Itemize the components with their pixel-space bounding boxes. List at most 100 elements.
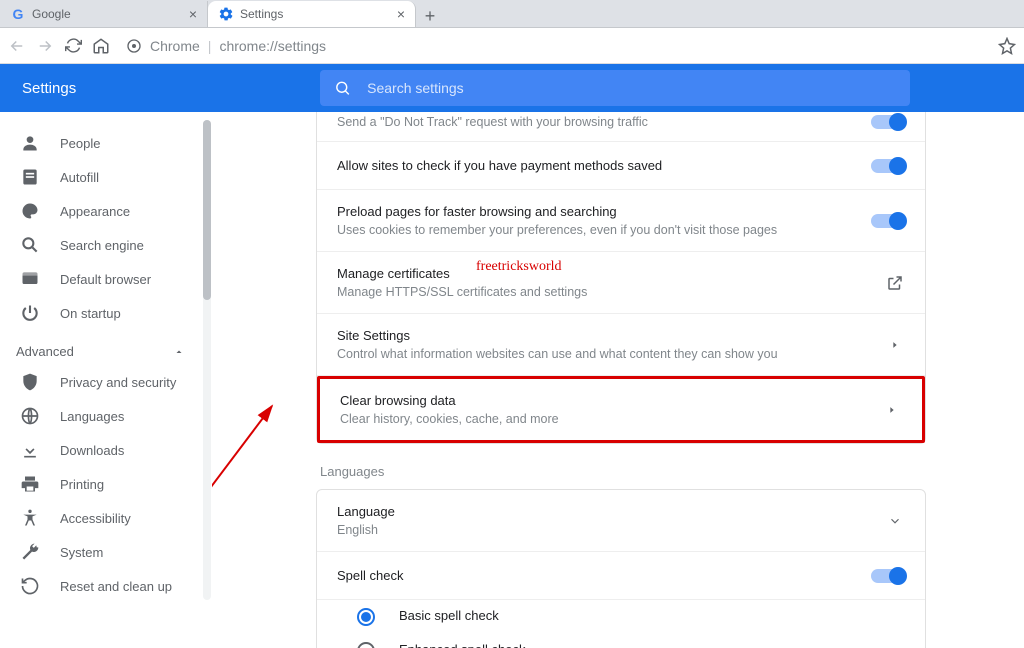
sidebar-item-system[interactable]: System <box>0 535 211 569</box>
autofill-icon <box>20 167 40 187</box>
home-icon[interactable] <box>92 37 110 55</box>
toggle-preload[interactable] <box>871 214 905 228</box>
close-icon[interactable]: × <box>397 6 405 22</box>
sidebar-item-label: Default browser <box>60 272 151 287</box>
sidebar-item-label: Privacy and security <box>60 375 176 390</box>
person-icon <box>20 133 40 153</box>
globe-icon <box>20 406 40 426</box>
reload-icon[interactable] <box>64 37 82 55</box>
shield-icon <box>20 372 40 392</box>
setting-title: Spell check <box>337 568 403 583</box>
scheme-label: Chrome <box>150 38 200 54</box>
watermark-text: freetricksworld <box>476 259 562 275</box>
palette-icon <box>20 201 40 221</box>
sidebar-item-label: Downloads <box>60 443 124 458</box>
scrollbar[interactable] <box>203 120 211 600</box>
accessibility-icon <box>20 508 40 528</box>
sidebar-item-label: Accessibility <box>60 511 131 526</box>
sidebar-item-label: System <box>60 545 103 560</box>
setting-title: Clear browsing data <box>340 393 559 408</box>
sidebar-item-label: Reset and clean up <box>60 579 172 594</box>
sidebar-item-label: On startup <box>60 306 121 321</box>
new-tab-button[interactable]: + <box>416 6 444 27</box>
setting-desc: Uses cookies to remember your preference… <box>337 223 777 237</box>
browser-icon <box>20 269 40 289</box>
advanced-label: Advanced <box>16 344 74 359</box>
advanced-toggle[interactable]: Advanced <box>0 330 211 365</box>
search-input[interactable] <box>367 80 896 96</box>
toolbar: Chrome | chrome://settings <box>0 28 1024 64</box>
gear-icon <box>218 6 234 22</box>
radio-icon[interactable] <box>357 642 375 648</box>
privacy-card: Send a "Do Not Track" request with your … <box>316 112 926 444</box>
setting-payment: Allow sites to check if you have payment… <box>317 142 925 190</box>
setting-title: Allow sites to check if you have payment… <box>337 158 662 173</box>
settings-header: Settings <box>0 64 1024 112</box>
radio-basic-spell[interactable]: Basic spell check <box>317 600 925 634</box>
back-icon[interactable] <box>8 37 26 55</box>
sidebar-item-label: Printing <box>60 477 104 492</box>
tab-google[interactable]: G Google × <box>0 1 208 27</box>
sidebar-item-default-browser[interactable]: Default browser <box>0 262 211 296</box>
sidebar-item-people[interactable]: People <box>0 126 211 160</box>
external-link-icon <box>885 273 905 293</box>
search-icon <box>334 79 351 97</box>
forward-icon[interactable] <box>36 37 54 55</box>
page-title: Settings <box>22 80 76 97</box>
sidebar-item-privacy[interactable]: Privacy and security <box>0 365 211 399</box>
sidebar-item-reset[interactable]: Reset and clean up <box>0 569 211 603</box>
toggle-spellcheck[interactable] <box>871 569 905 583</box>
toggle-payment[interactable] <box>871 159 905 173</box>
sidebar-item-search-engine[interactable]: Search engine <box>0 228 211 262</box>
tab-strip: G Google × Settings × + <box>0 0 1024 28</box>
sidebar-item-label: Autofill <box>60 170 99 185</box>
sidebar-item-accessibility[interactable]: Accessibility <box>0 501 211 535</box>
url-text: chrome://settings <box>219 38 326 54</box>
sidebar-item-printing[interactable]: Printing <box>0 467 211 501</box>
language-row[interactable]: Language English <box>317 490 925 552</box>
sidebar-item-on-startup[interactable]: On startup <box>0 296 211 330</box>
radio-icon[interactable] <box>357 608 375 626</box>
sidebar-item-autofill[interactable]: Autofill <box>0 160 211 194</box>
radio-label: Enhanced spell check <box>399 642 835 648</box>
sidebar-item-appearance[interactable]: Appearance <box>0 194 211 228</box>
section-languages: Languages <box>320 464 926 479</box>
wrench-icon <box>20 542 40 562</box>
chevron-right-icon <box>882 400 902 420</box>
sidebar-item-label: Appearance <box>60 204 130 219</box>
setting-preload: Preload pages for faster browsing and se… <box>317 190 925 252</box>
setting-certificates[interactable]: Manage certificates Manage HTTPS/SSL cer… <box>317 252 925 314</box>
sidebar: People Autofill Appearance Search engine… <box>0 112 212 648</box>
power-icon <box>20 303 40 323</box>
scroll-thumb[interactable] <box>203 120 211 300</box>
close-icon[interactable]: × <box>189 6 197 22</box>
download-icon <box>20 440 40 460</box>
sidebar-item-downloads[interactable]: Downloads <box>0 433 211 467</box>
address-bar[interactable]: Chrome | chrome://settings <box>126 38 326 54</box>
search-settings[interactable] <box>320 70 910 106</box>
setting-site-settings[interactable]: Site Settings Control what information w… <box>317 314 925 376</box>
chevron-up-icon <box>173 346 185 358</box>
radio-enhanced-spell[interactable]: Enhanced spell check Uses the same spell… <box>317 634 925 648</box>
sidebar-item-label: Languages <box>60 409 124 424</box>
tab-settings[interactable]: Settings × <box>208 1 416 27</box>
annotation-arrow <box>212 392 292 562</box>
restore-icon <box>20 576 40 596</box>
setting-title: Site Settings <box>337 328 778 343</box>
radio-label: Basic spell check <box>399 608 499 623</box>
languages-card: Language English Spell check Basic spell… <box>316 489 926 648</box>
tab-label: Google <box>32 7 71 21</box>
setting-title: Send a "Do Not Track" request with your … <box>337 115 648 129</box>
setting-desc: English <box>337 523 395 537</box>
star-icon[interactable] <box>998 37 1016 55</box>
toggle-dnt[interactable] <box>871 115 905 129</box>
separator: | <box>208 38 212 54</box>
google-favicon: G <box>10 6 26 22</box>
spellcheck-row: Spell check <box>317 552 925 600</box>
setting-clear-browsing-data[interactable]: Clear browsing data Clear history, cooki… <box>317 376 925 443</box>
sidebar-item-languages[interactable]: Languages <box>0 399 211 433</box>
printer-icon <box>20 474 40 494</box>
setting-dnt: Send a "Do Not Track" request with your … <box>317 112 925 142</box>
sidebar-item-label: Search engine <box>60 238 144 253</box>
chevron-right-icon <box>885 335 905 355</box>
